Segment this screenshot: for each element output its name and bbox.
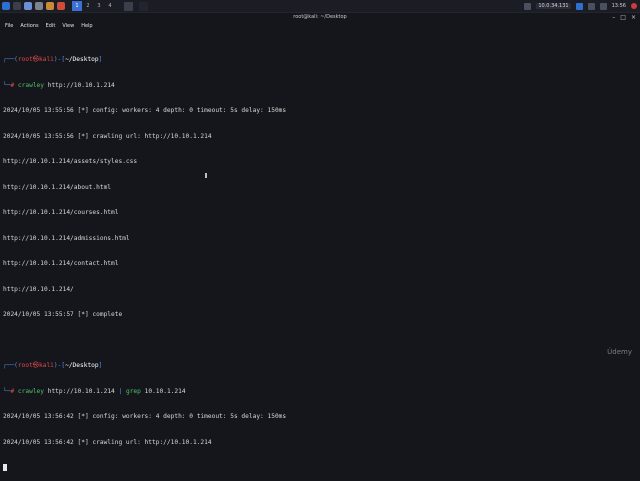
watermark-logo: Údemy	[607, 348, 632, 356]
taskbar-left: 1 2 3 4	[0, 1, 148, 11]
window-title: root@kali: ~/Desktop	[293, 14, 347, 20]
output-line: http://10.10.1.214/courses.html	[3, 209, 119, 216]
workspace-4[interactable]: 4	[105, 1, 115, 11]
power-icon[interactable]	[631, 3, 637, 9]
terminal-launcher-icon[interactable]	[35, 2, 43, 10]
firefox-icon[interactable]	[46, 2, 54, 10]
menu-file[interactable]: File	[5, 22, 13, 31]
workspace-2[interactable]: 2	[83, 1, 93, 11]
output-line: 2024/10/05 13:56:42 [*] crawling url: ht…	[3, 438, 212, 446]
prompt-header-1: ┌──(root㉿kali)-[~/Desktop]	[3, 56, 103, 63]
menu-actions[interactable]: Actions	[20, 22, 38, 31]
app-launcher-icon[interactable]	[57, 2, 65, 10]
file-manager-icon[interactable]	[24, 2, 32, 10]
show-desktop-icon[interactable]	[13, 2, 21, 10]
menubar: File Actions Edit View Help	[0, 22, 640, 31]
taskbar: 1 2 3 4 10.0.34.131 13:56	[0, 0, 640, 13]
output-line: http://10.10.1.214/admissions.html	[3, 234, 130, 242]
prompt-header-2: ┌──(root㉿kali)-[~/Desktop]	[3, 362, 103, 369]
kali-menu-icon[interactable]	[2, 2, 10, 10]
output-line: 2024/10/05 13:55:57 [*] complete	[3, 311, 123, 318]
output-line: http://10.10.1.214/assets/styles.css	[3, 158, 138, 165]
menu-edit[interactable]: Edit	[46, 22, 56, 31]
workspace-switcher: 1 2 3 4	[72, 1, 115, 11]
command-line-1: └─# crawley http://10.10.1.214	[3, 81, 115, 89]
command-line-2: └─# crawley http://10.10.1.214 | grep 10…	[3, 387, 186, 395]
clock[interactable]: 13:56	[612, 3, 626, 9]
cursor-line	[3, 464, 633, 473]
monitor-icon[interactable]	[524, 2, 532, 10]
workspace-1[interactable]: 1	[72, 1, 82, 11]
maximize-icon[interactable]: □	[620, 14, 626, 21]
mouse-pointer-icon	[205, 173, 207, 178]
network-icon[interactable]	[575, 2, 583, 10]
output-line: http://10.10.1.214/contact.html	[3, 260, 119, 267]
notification-icon[interactable]	[599, 2, 607, 10]
close-icon[interactable]: ×	[631, 14, 636, 21]
menu-help[interactable]: Help	[81, 22, 92, 31]
output-line: 2024/10/05 13:55:56 [*] config: workers:…	[3, 107, 287, 114]
system-tray: 10.0.34.131 13:56	[524, 0, 637, 12]
workspace-3[interactable]: 3	[94, 1, 104, 11]
output-line: http://10.10.1.214/	[3, 285, 74, 293]
terminal-output[interactable]: ┌──(root㉿kali)-[~/Desktop] └─# crawley h…	[3, 39, 633, 481]
minimize-icon[interactable]: –	[612, 14, 615, 21]
terminal-cursor	[3, 464, 7, 471]
output-line: 2024/10/05 13:56:42 [*] config: workers:…	[3, 413, 287, 420]
output-line: http://10.10.1.214/about.html	[3, 183, 112, 191]
output-line: 2024/10/05 13:55:56 [*] crawling url: ht…	[3, 132, 212, 140]
ip-address[interactable]: 10.0.34.131	[536, 3, 571, 9]
taskbar-window-button-2[interactable]	[139, 1, 148, 11]
taskbar-window-button[interactable]	[124, 1, 133, 11]
volume-icon[interactable]	[587, 2, 595, 10]
window-controls: – □ ×	[612, 13, 636, 22]
menu-view[interactable]: View	[62, 22, 74, 31]
